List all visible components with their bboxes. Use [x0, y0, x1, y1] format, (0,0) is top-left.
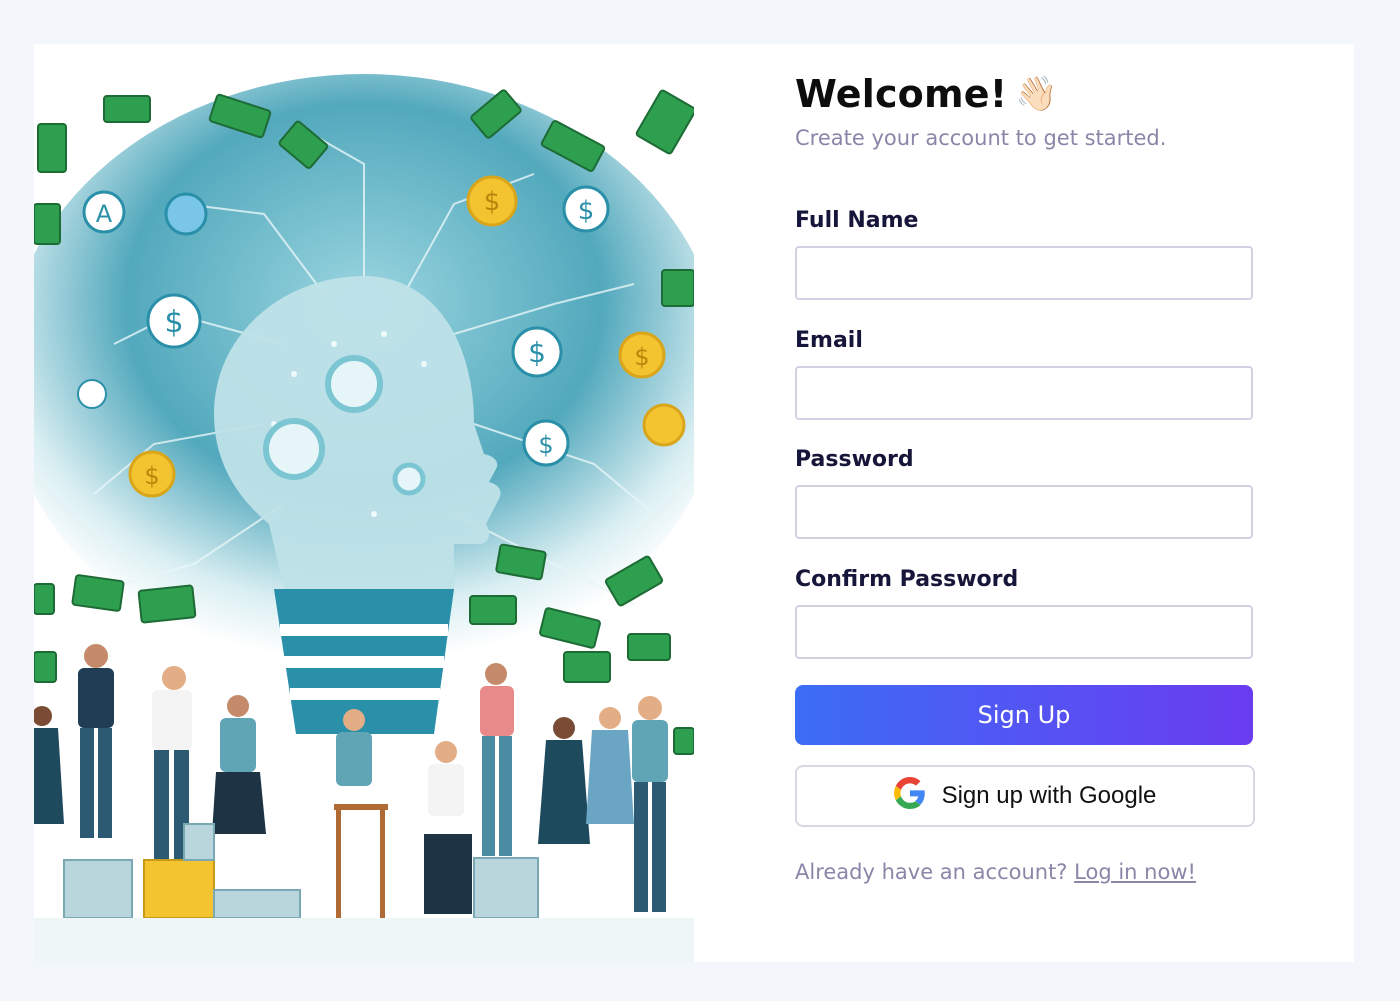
- title-row: Welcome! 👋🏻: [795, 72, 1058, 116]
- illustration-ai-money: $ $ $ $ $ $ $ A: [34, 44, 694, 962]
- login-prompt-text: Already have an account?: [795, 860, 1068, 884]
- sign-up-button[interactable]: Sign Up: [795, 685, 1253, 745]
- login-link[interactable]: Log in now!: [1074, 860, 1196, 884]
- svg-text:A: A: [96, 200, 113, 228]
- page-title: Welcome!: [795, 72, 1008, 116]
- full-name-label: Full Name: [795, 208, 919, 233]
- password-field[interactable]: [795, 485, 1253, 539]
- confirm-password-label: Confirm Password: [795, 567, 1019, 592]
- signup-card: $ $ $ $ $ $ $ A Welcome! 👋🏻 Create your …: [34, 44, 1354, 962]
- sign-up-button-label: Sign Up: [977, 701, 1071, 729]
- svg-text:$: $: [528, 336, 546, 369]
- google-sign-up-label: Sign up with Google: [941, 782, 1157, 809]
- google-g-icon: [893, 776, 926, 816]
- page-subtitle: Create your account to get started.: [795, 126, 1167, 150]
- login-prompt: Already have an account? Log in now!: [795, 860, 1196, 884]
- password-label: Password: [795, 447, 914, 472]
- signup-form: Welcome! 👋🏻 Create your account to get s…: [795, 44, 1315, 962]
- svg-text:$: $: [578, 196, 595, 226]
- google-sign-up-button[interactable]: Sign up with Google: [795, 765, 1255, 827]
- confirm-password-field[interactable]: [795, 605, 1253, 659]
- svg-text:$: $: [634, 343, 649, 371]
- svg-text:$: $: [484, 187, 501, 217]
- email-field[interactable]: [795, 366, 1253, 420]
- svg-text:$: $: [164, 305, 183, 340]
- email-label: Email: [795, 328, 863, 353]
- full-name-field[interactable]: [795, 246, 1253, 300]
- waving-hand-icon: 👋🏻: [1015, 74, 1058, 114]
- svg-text:$: $: [144, 462, 159, 490]
- svg-text:$: $: [538, 431, 553, 459]
